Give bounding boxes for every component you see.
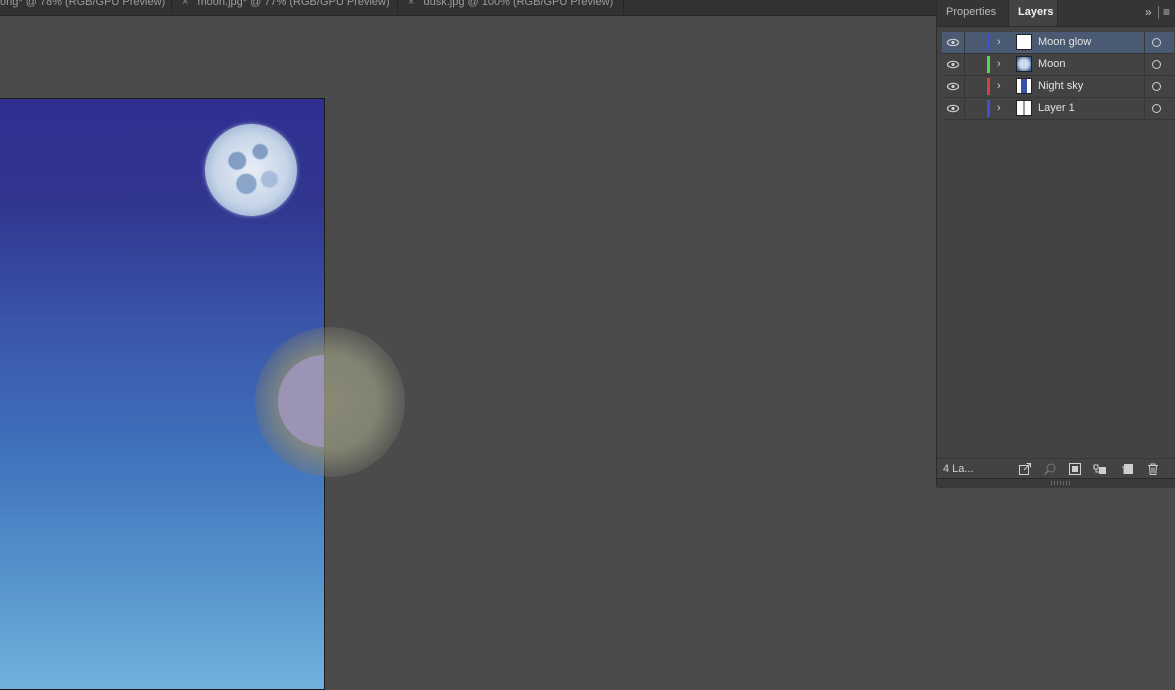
eye-icon[interactable] — [946, 98, 960, 119]
tab-layers[interactable]: Layers — [1008, 0, 1058, 26]
layer-color-indicator — [987, 100, 990, 117]
locate-object-icon[interactable] — [1043, 462, 1057, 476]
layer-row-moon[interactable]: › Moon — [942, 54, 1174, 76]
layer-row-moon-glow[interactable]: › Moon glow — [942, 32, 1174, 54]
collapse-panel-icon[interactable]: » — [1145, 0, 1152, 25]
moon-glow-shape[interactable] — [255, 327, 405, 477]
target-circle-icon[interactable] — [1152, 104, 1161, 113]
column-divider — [964, 32, 965, 53]
target-circle-icon[interactable] — [1152, 38, 1161, 47]
panel-resize-grip[interactable] — [937, 478, 1175, 488]
document-tab-1[interactable]: ong* @ 78% (RGB/GPU Preview) — [0, 0, 172, 14]
document-tab-moon[interactable]: × moon.jpg* @ 77% (RGB/GPU Preview) — [172, 0, 398, 14]
document-tab-dusk[interactable]: × dusk.jpg @ 100% (RGB/GPU Preview) — [398, 0, 624, 14]
layer-name[interactable]: Layer 1 — [1038, 98, 1075, 119]
chevron-right-icon[interactable]: › — [997, 54, 1001, 75]
header-divider — [1158, 6, 1159, 19]
column-divider — [1144, 98, 1145, 119]
layer-thumbnail — [1016, 100, 1032, 116]
chevron-right-icon[interactable]: › — [997, 76, 1001, 97]
export-icon[interactable] — [1018, 462, 1032, 476]
close-icon[interactable]: × — [182, 0, 188, 8]
layers-list: › Moon glow › Moon › Night sky › Layer 1 — [942, 32, 1174, 120]
layer-color-indicator — [987, 34, 990, 51]
new-layer-icon[interactable] — [1121, 462, 1135, 476]
column-divider — [964, 98, 965, 119]
layer-thumbnail — [1016, 56, 1032, 72]
eye-icon[interactable] — [946, 32, 960, 53]
grip-handle[interactable] — [1051, 481, 1071, 485]
column-divider — [1144, 54, 1145, 75]
layer-thumbnail — [1016, 34, 1032, 50]
layer-row-night-sky[interactable]: › Night sky — [942, 76, 1174, 98]
panel-menu-icon[interactable]: ≡ — [1163, 0, 1170, 25]
layer-count-label: 4 La... — [943, 463, 974, 475]
target-circle-icon[interactable] — [1152, 82, 1161, 91]
layer-name[interactable]: Night sky — [1038, 76, 1083, 97]
tab-properties[interactable]: Properties — [937, 0, 1009, 26]
target-circle-icon[interactable] — [1152, 60, 1161, 69]
column-divider — [1144, 76, 1145, 97]
chevron-right-icon[interactable]: › — [997, 32, 1001, 53]
moon-image[interactable] — [205, 124, 297, 216]
column-divider — [964, 76, 965, 97]
document-tab-moon-label: moon.jpg* @ 77% (RGB/GPU Preview) — [197, 0, 390, 8]
layer-name[interactable]: Moon — [1038, 54, 1066, 75]
canvas[interactable] — [0, 15, 936, 690]
eye-icon[interactable] — [946, 76, 960, 97]
layer-color-indicator — [987, 56, 990, 73]
trash-icon[interactable] — [1146, 462, 1160, 476]
column-divider — [964, 54, 965, 75]
close-icon[interactable]: × — [408, 0, 414, 8]
layer-color-indicator — [987, 78, 990, 95]
panel-header: Properties Layers » ≡ — [937, 0, 1175, 27]
panel-footer: 4 La... — [937, 458, 1175, 479]
layer-name[interactable]: Moon glow — [1038, 32, 1091, 53]
document-tab-dusk-label: dusk.jpg @ 100% (RGB/GPU Preview) — [423, 0, 614, 8]
document-tab-1-label: ong* @ 78% (RGB/GPU Preview) — [0, 0, 166, 8]
clipping-mask-icon[interactable] — [1068, 462, 1082, 476]
chevron-right-icon[interactable]: › — [997, 98, 1001, 119]
layer-row-layer-1[interactable]: › Layer 1 — [942, 98, 1174, 120]
layer-thumbnail — [1016, 78, 1032, 94]
layers-panel: Properties Layers » ≡ › Moon glow › Moon — [936, 0, 1175, 488]
new-sublayer-icon[interactable] — [1093, 462, 1107, 476]
eye-icon[interactable] — [946, 54, 960, 75]
column-divider — [1144, 32, 1145, 53]
